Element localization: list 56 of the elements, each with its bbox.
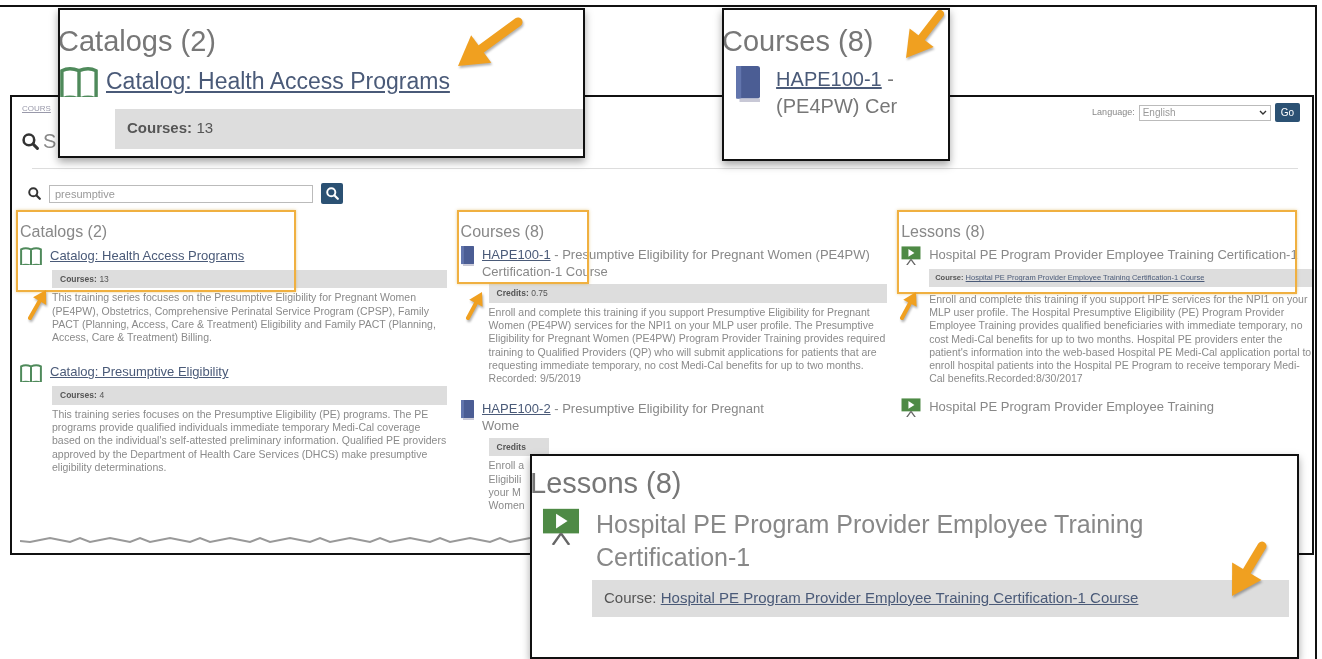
meta-label: Courses:	[60, 273, 97, 284]
section-heading: Courses (8)	[460, 222, 546, 242]
search-icon	[325, 187, 339, 200]
arrow	[28, 290, 47, 320]
catalog-description: This training series focuses on the Presumptive Eligibility (PE) programs. The PE programs provide qualified individuals immediate temporary Medi-Cal coverage based on the individual's self-attested preliminary information. Qualified PE providers approved by the Department of Health Care Services (DHCS) make presumptive eligibility determinations.	[52, 407, 447, 475]
arrow	[458, 17, 523, 66]
section-heading: Lessons (8)	[532, 466, 682, 500]
page-heading: S	[43, 129, 57, 154]
search-button[interactable]	[321, 183, 343, 204]
meta-value: 0.75	[531, 288, 548, 298]
catalog-link[interactable]: Catalog: Health Access Programs	[50, 246, 245, 266]
book-icon	[20, 362, 42, 382]
section-heading: Courses (8)	[724, 24, 874, 58]
arrow	[900, 292, 917, 320]
catalog-link[interactable]: Catalog: Health Access Programs	[106, 64, 450, 99]
search-icon	[28, 187, 41, 200]
arrow	[906, 10, 944, 58]
presentation-icon	[542, 508, 580, 545]
course-link[interactable]: HAPE100-1	[482, 247, 551, 262]
section-heading: Catalogs (2)	[60, 24, 216, 58]
catalog-link[interactable]: Catalog: Presumptive Eligibility	[50, 362, 229, 382]
caret-icon	[1258, 109, 1267, 116]
presentation-icon	[901, 246, 922, 266]
meta-label: Courses:	[60, 389, 97, 400]
book-icon	[60, 65, 98, 98]
meta-value: 13	[99, 273, 109, 284]
arrow	[466, 292, 483, 320]
arrow	[1232, 541, 1267, 596]
meta-label: Credits	[496, 441, 526, 452]
lesson-title: Hospital PE Program Provider Employee Training Certification-1	[929, 246, 1298, 263]
meta-value: 13	[196, 118, 214, 136]
course-title: HAPE100-1 - (PE4PW) Cer	[776, 67, 898, 119]
presentation-icon	[901, 397, 922, 418]
course-link[interactable]: Hospital PE Program Provider Employee Training Certification-1 Course	[660, 589, 1139, 606]
go-button[interactable]: Go	[1274, 103, 1300, 122]
course-description: Enroll a Eligibili your M Women	[488, 459, 525, 513]
lesson-title: Hospital PE Program Provider Employee Training	[929, 397, 1214, 415]
book-icon	[736, 66, 761, 102]
catalog-description: This training series focuses on the Presumptive Eligibility for Pregnant Women (PE4PW), Obstetrics, Comprehensive Perinatal Service Program (CPSP), Family PACT (Planning, Access, Care & Treatment) Eligibility and Family PACT (Planning, Access, Care & Treatment) Billing.	[52, 291, 437, 345]
meta-label: Courses:	[127, 118, 193, 136]
course-link[interactable]: HAPE100-1	[776, 68, 882, 90]
lesson-title: Hospital PE Program Provider Employee Training Certification-1	[596, 509, 1145, 573]
search-icon	[22, 132, 39, 150]
meta-label: Credits:	[496, 288, 529, 298]
course-link[interactable]: HAPE100-2	[482, 400, 551, 416]
book-icon	[20, 246, 42, 266]
book-icon	[460, 246, 474, 266]
lesson-description: Enroll and complete this training if you support HPE services for the NPI1 on your MLP user profile. The Hospital Presumptive Eligibility (PE) Program Provider Employee Training provides qualified beneficiaries with immediate temporary, no cost Medi-Cal benefits for up to two months. Hospital PE providers enter the patient's information into the web-based Hospital PE Medi-Cal application portal to enroll hospital patients into the Hospital PE Program to receive temporary Medi-Cal benefits.Recorded:8/30/2017	[929, 292, 1312, 386]
course-description: Enroll and complete this training if you support Presumptive Eligibility for Pregnant Women (PE4PW) services for the NPI1 on your MLP user profile. The Presumptive Eligibility for Pregnant Women (PE4PW) Program Provider Training provides required training to Qualified Providers (QP) who will submit applications for patients that are requesting immediate temporary, no cost Medi-Cal benefits for up to two months. Recorded: 9/5/2019	[488, 305, 887, 386]
section-heading: Lessons (8)	[901, 222, 986, 242]
meta-label: Course:	[604, 589, 658, 606]
course-title: HAPE100-2 - Presumptive Eligibility for Pregnant Wome	[482, 399, 764, 434]
meta-value: 4	[99, 389, 105, 400]
section-heading: Catalogs (2)	[20, 222, 109, 242]
language-label: Language:	[1092, 105, 1135, 119]
book-icon	[460, 399, 474, 420]
